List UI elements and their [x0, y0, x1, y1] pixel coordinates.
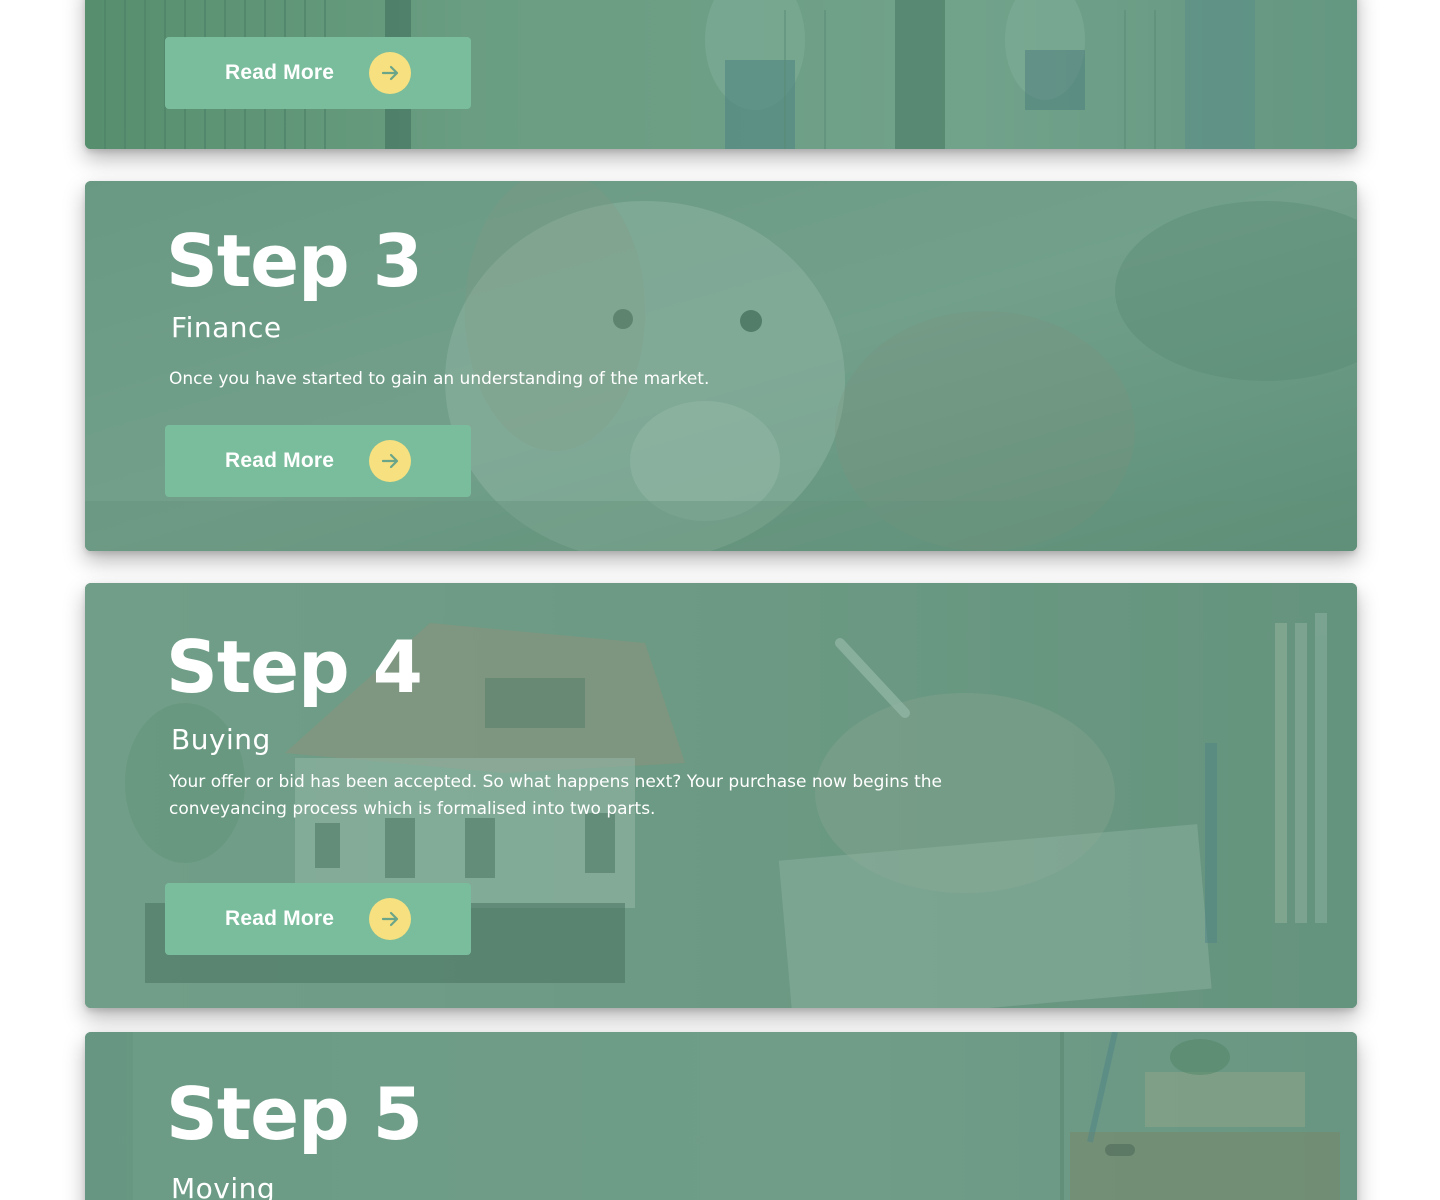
step-card-4: Step 4 Buying Your offer or bid has been… [85, 583, 1357, 1008]
arrow-right-icon [369, 52, 411, 94]
read-more-button[interactable]: Read More [165, 425, 471, 497]
step-subtitle: Finance [171, 311, 282, 344]
step-card-5: Step 5 Moving [85, 1032, 1357, 1200]
card-content: Step 3 Finance Once you have started to … [85, 181, 1357, 551]
read-more-label: Read More [225, 907, 335, 930]
card-content: Step 4 Buying Your offer or bid has been… [85, 583, 1357, 1008]
step-subtitle: Moving [171, 1172, 276, 1200]
card-content: Step 5 Moving [85, 1032, 1357, 1200]
read-more-button[interactable]: Read More [165, 37, 471, 109]
step-title: Step 3 [166, 219, 423, 303]
step-description: Once you have started to gain an underst… [169, 369, 710, 389]
step-subtitle: Buying [171, 723, 271, 756]
step-description: Your offer or bid has been accepted. So … [169, 772, 943, 819]
arrow-right-icon [369, 440, 411, 482]
arrow-right-icon [369, 898, 411, 940]
steps-page: Read More Step 3 Finance Once you have s… [0, 0, 1440, 1200]
step-card-2: Read More [85, 0, 1357, 149]
read-more-button[interactable]: Read More [165, 883, 471, 955]
step-card-3: Step 3 Finance Once you have started to … [85, 181, 1357, 551]
step-title: Step 5 [166, 1072, 423, 1156]
read-more-label: Read More [225, 61, 335, 84]
card-content: Read More [85, 0, 1357, 149]
step-title: Step 4 [166, 625, 423, 709]
read-more-label: Read More [225, 449, 335, 472]
